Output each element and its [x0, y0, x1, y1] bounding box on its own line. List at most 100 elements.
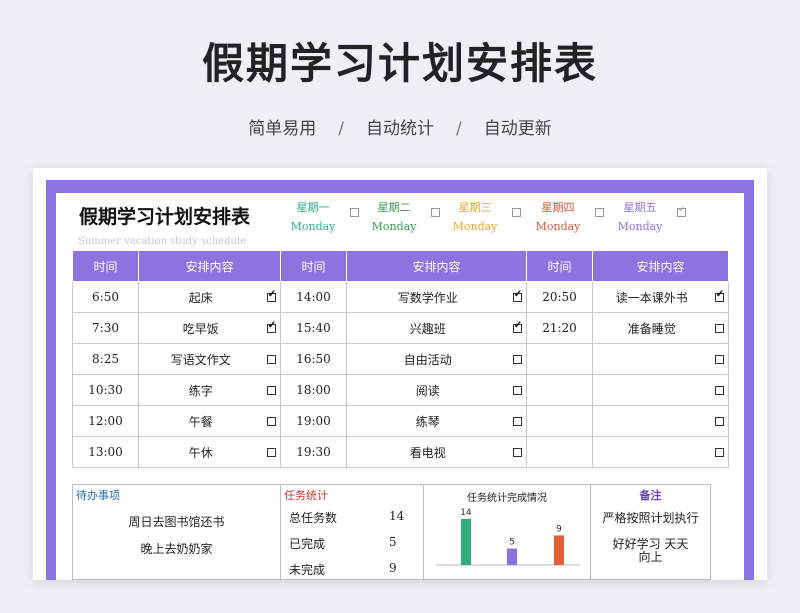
note-line: 向上: [638, 550, 663, 564]
table-row: 12:00 午餐 19:00 练琴: [72, 405, 729, 437]
document-subtitle: Summer vacation study schedule: [78, 236, 247, 247]
stats-panel: 任务统计 总任务数 14 已完成 5 未完成 9: [280, 484, 424, 580]
bar-value-label: 5: [509, 538, 515, 548]
activity-cell: 自由活动: [346, 343, 509, 375]
bar-1: [507, 548, 517, 565]
time-cell: 12:00: [72, 405, 139, 437]
done-checkbox[interactable]: [266, 355, 276, 364]
weekday-checkbox[interactable]: [677, 205, 686, 217]
time-cell: 18:00: [280, 374, 347, 406]
done-checkbox[interactable]: [266, 417, 276, 426]
done-cell: [710, 281, 729, 313]
weekday-checkbox[interactable]: [512, 208, 521, 217]
time-cell: 8:25: [72, 343, 139, 375]
activity-cell: 起床: [138, 281, 263, 313]
weekday-cn: 星期三: [458, 201, 492, 214]
activity-cell: 准备睡觉: [592, 312, 711, 344]
done-cell: [262, 374, 281, 406]
todo-item: 晚上去奶奶家: [140, 542, 213, 556]
table-row: 10:30 练字 18:00 阅读: [72, 374, 729, 406]
time-cell: [526, 343, 593, 375]
done-checkbox[interactable]: [714, 324, 724, 333]
activity-cell: 午休: [138, 436, 263, 468]
weekday-label: 星期五 Monday: [610, 198, 670, 236]
done-checkbox[interactable]: [512, 417, 522, 426]
time-cell: 20:50: [526, 281, 593, 313]
done-checkbox[interactable]: [266, 289, 276, 302]
done-checkbox[interactable]: [714, 448, 724, 457]
weekday-checkbox[interactable]: [431, 208, 440, 217]
done-checkbox[interactable]: [266, 386, 276, 395]
done-checkbox[interactable]: [266, 320, 276, 333]
weekday-en: Monday: [617, 220, 663, 233]
weekday-checkbox[interactable]: [595, 208, 604, 217]
activity-cell: 读一本课外书: [592, 281, 711, 313]
done-checkbox[interactable]: [512, 289, 522, 302]
done-checkbox[interactable]: [512, 320, 522, 333]
done-cell: [262, 312, 281, 344]
schedule-header-row: 时间 安排内容 时间 安排内容 时间 安排内容: [72, 250, 729, 282]
feature-tags: 简单易用 / 自动统计 / 自动更新: [0, 114, 800, 139]
done-cell: [262, 436, 281, 468]
bar-value-label: 9: [556, 524, 562, 534]
done-checkbox[interactable]: [512, 386, 522, 395]
done-cell: [508, 281, 527, 313]
activity-cell: [592, 436, 711, 468]
stat-value: 14: [389, 509, 405, 523]
weekday-checkbox[interactable]: [350, 208, 359, 217]
done-checkbox[interactable]: [714, 289, 724, 302]
weekday-label: 星期三 Monday: [445, 198, 505, 236]
activity-cell: 吃早饭: [138, 312, 263, 344]
activity-cell: 练琴: [346, 405, 509, 437]
schedule-table: 时间 安排内容 时间 安排内容 时间 安排内容 6:50起床 14:00写数学作业…: [72, 250, 729, 468]
stats-title: 任务统计: [284, 489, 328, 502]
weekday-en: Monday: [371, 220, 417, 233]
done-checkbox[interactable]: [714, 386, 724, 395]
time-cell: 6:50: [72, 281, 139, 313]
done-cell: [262, 281, 281, 313]
activity-cell: 阅读: [346, 374, 509, 406]
table-row: 7:30吃早饭 15:40兴趣班 21:20准备睡觉: [72, 312, 729, 344]
done-checkbox[interactable]: [714, 355, 724, 364]
table-row: 8:25 写语文作文 16:50 自由活动: [72, 343, 729, 375]
chart-panel: 任务统计完成情况 14 5 9: [423, 484, 591, 580]
time-cell: 13:00: [72, 436, 139, 468]
weekday-cn: 星期一: [296, 201, 330, 214]
activity-cell: 写语文作文: [138, 343, 263, 375]
notes-panel: 备注 严格按照计划执行 好好学习 天天 向上: [590, 484, 711, 580]
weekday-cn: 星期二: [377, 201, 411, 214]
stat-label: 未完成: [289, 563, 326, 577]
weekday-cn: 星期四: [541, 201, 575, 214]
activity-cell: [592, 374, 711, 406]
tag-3: 自动更新: [483, 119, 552, 139]
tag-2: 自动统计: [366, 119, 434, 139]
page-title: 假期学习计划安排表: [201, 39, 598, 88]
done-checkbox[interactable]: [512, 448, 522, 457]
done-checkbox[interactable]: [266, 448, 276, 457]
notes-title: 备注: [639, 489, 662, 502]
weekday-en: Monday: [452, 220, 498, 233]
time-cell: 19:00: [280, 405, 347, 437]
bar-2: [554, 535, 564, 565]
stat-label: 总任务数: [289, 511, 338, 525]
todo-panel: 待办事项 周日去图书馆还书 晚上去奶奶家: [72, 484, 281, 580]
done-cell: [508, 405, 527, 437]
weekday-en: Monday: [535, 220, 581, 233]
activity-cell: 午餐: [138, 405, 263, 437]
weekday-en: Monday: [290, 220, 336, 233]
col-header-activity: 安排内容: [346, 250, 527, 282]
weekday-label: 星期四 Monday: [528, 198, 588, 236]
completion-bar-chart: 14 5 9: [436, 508, 580, 566]
tag-separator: /: [456, 119, 462, 139]
activity-cell: [592, 343, 711, 375]
activity-cell: 看电视: [346, 436, 509, 468]
time-cell: [526, 405, 593, 437]
col-header-activity: 安排内容: [592, 250, 729, 282]
done-checkbox[interactable]: [714, 417, 724, 426]
done-cell: [262, 343, 281, 375]
done-checkbox[interactable]: [512, 355, 522, 364]
table-row: 6:50起床 14:00写数学作业 20:50读一本课外书: [72, 281, 729, 313]
done-cell: [710, 436, 729, 468]
weekday-label: 星期一 Monday: [283, 198, 343, 236]
bar-0: [461, 519, 471, 565]
